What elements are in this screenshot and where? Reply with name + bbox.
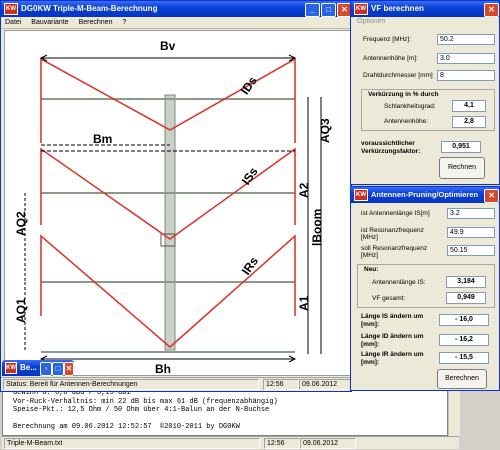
change-ir-value: - 15,5 bbox=[439, 352, 489, 364]
text-output-window: Gewinn G: 6,0 dBd / 8,15 dBi Vor-Ruck-Ve… bbox=[0, 388, 500, 450]
text-scrollbar[interactable] bbox=[448, 388, 460, 436]
vf-title-bar[interactable]: KW VF berechnen ✕ bbox=[351, 1, 499, 17]
maximize-button[interactable]: □ bbox=[52, 362, 64, 376]
change-is-value: - 16,0 bbox=[439, 314, 489, 326]
text-line bbox=[13, 415, 447, 424]
main-menu-bar: Datei Bauvariante Berechnen ? bbox=[1, 17, 351, 29]
wire-diameter-label: Drahtdurchmesser [mm] bbox=[363, 72, 433, 79]
maximize-button[interactable]: □ bbox=[321, 3, 336, 17]
label-lboom: lBoom bbox=[310, 209, 324, 246]
close-button[interactable]: ✕ bbox=[484, 3, 499, 17]
label-a1: A1 bbox=[297, 295, 311, 311]
close-button[interactable]: ✕ bbox=[337, 3, 351, 17]
rechnen-button[interactable]: Rechnen bbox=[439, 157, 485, 179]
menu-berechnen[interactable]: Berechnen bbox=[79, 19, 113, 26]
status-date: 09.06.2012 bbox=[300, 438, 356, 449]
status-time: 12:56 bbox=[264, 438, 300, 449]
label-a2: A2 bbox=[297, 182, 311, 198]
new-values-group: Neu: Antennenlänge IS: 3,184 VF gesamt: … bbox=[357, 264, 495, 308]
pruning-title-bar[interactable]: KW Antennen-Pruning/Optimieren ✕ bbox=[351, 187, 499, 203]
new-is-length-label: Antennenlänge IS: bbox=[372, 279, 426, 286]
frequency-label: Frequenz [MHz]: bbox=[363, 36, 412, 43]
main-title-bar[interactable]: KW DG0KW Triple-M-Beam-Berechnung _ □ ✕ bbox=[1, 1, 351, 17]
pruning-window: KW Antennen-Pruning/Optimieren ✕ ist Ante… bbox=[350, 186, 500, 391]
vf-total-value: 0,949 bbox=[446, 292, 486, 304]
shortening-group: Verkürzung in % durch Schlankheitsgrad: … bbox=[361, 89, 495, 131]
vf-result-value: 0,951 bbox=[441, 141, 481, 153]
text-line: Vor-Ruck-Verhältnis: min 22 dB bis max 6… bbox=[13, 397, 278, 406]
is-resonance-label: ist Resonanzfrequenz [MHz] bbox=[361, 227, 424, 241]
main-status-date: 09.06.2012 bbox=[299, 379, 351, 390]
restore-button[interactable]: ▫ bbox=[40, 362, 52, 376]
slenderness-value: 4,1 bbox=[452, 100, 486, 112]
antenna-height-input[interactable]: 3.0 bbox=[437, 53, 495, 64]
change-id-label: Länge ID ändern um [mm]: bbox=[361, 333, 424, 348]
vf-result-label: voraussichtlicher Verkürzungsfaktor: bbox=[361, 140, 421, 155]
main-window: KW DG0KW Triple-M-Beam-Berechnung _ □ ✕ D… bbox=[0, 0, 352, 392]
target-resonance-label: soll Resonanzfrequenz [MHz] bbox=[361, 245, 428, 259]
label-aq3: AQ3 bbox=[318, 118, 332, 143]
vf-window-title: VF berechnen bbox=[371, 4, 424, 13]
minimized-window-title: Be... bbox=[20, 363, 37, 372]
vf-window: KW VF berechnen ✕ Optionen Frequenz [MHz]… bbox=[350, 0, 500, 185]
app-logo-icon: KW bbox=[5, 361, 17, 374]
label-ids: IDs bbox=[238, 74, 260, 98]
new-group-title: Neu: bbox=[364, 266, 379, 273]
antenna-diagram: Bv Bm Bh IDs ISs IRs AQ3 A2 lBoom A1 AQ2… bbox=[4, 30, 351, 376]
main-status-bar: Status: Bereit für Antennen-Berechnungen… bbox=[1, 377, 351, 390]
pruning-window-title: Antennen-Pruning/Optimieren bbox=[371, 190, 479, 199]
close-button[interactable]: ✕ bbox=[64, 362, 74, 376]
shortening-group-title: Verkürzung in % durch bbox=[368, 91, 439, 98]
label-iss: ISs bbox=[239, 164, 261, 187]
is-length-input[interactable]: 3.2 bbox=[447, 208, 495, 219]
text-output-area[interactable]: Gewinn G: 6,0 dBd / 8,15 dBi Vor-Ruck-Ve… bbox=[2, 388, 448, 436]
text-line: Speise-Pkt.: 12,5 Ohm / 50 Ohm über 4:1-… bbox=[13, 406, 270, 414]
label-bv: Bv bbox=[160, 39, 176, 53]
antenna-diagram-svg: Bv Bm Bh IDs ISs IRs AQ3 A2 lBoom A1 AQ2… bbox=[14, 39, 332, 376]
change-is-label: Länge IS ändern um [mm]: bbox=[361, 313, 424, 328]
close-button[interactable]: ✕ bbox=[484, 189, 499, 203]
label-aq1: AQ1 bbox=[14, 298, 28, 323]
change-ir-label: Länge IR ändern um [mm]: bbox=[361, 351, 424, 366]
change-id-value: - 16,2 bbox=[439, 334, 489, 346]
new-is-length-value: 3,184 bbox=[446, 276, 486, 288]
minimized-window[interactable]: KW Be... ▫ □ ✕ bbox=[2, 360, 74, 376]
target-resonance-input[interactable]: 50.15 bbox=[447, 245, 495, 256]
menu-bauvariante[interactable]: Bauvariante bbox=[31, 19, 68, 26]
height-effect-value: 2,8 bbox=[452, 116, 486, 128]
menu-help[interactable]: ? bbox=[122, 19, 126, 26]
status-filename: Triple-M-Beam.txt bbox=[4, 438, 260, 449]
label-bh: Bh bbox=[155, 362, 171, 375]
height-effect-label: Antennenhöhe: bbox=[384, 118, 429, 125]
text-status-bar: Triple-M-Beam.txt 12:56 09.06.2012 bbox=[2, 436, 459, 449]
app-logo-icon: KW bbox=[354, 2, 368, 15]
berechnen-button[interactable]: Berechnen bbox=[437, 369, 487, 389]
wire-diameter-input[interactable]: 8 bbox=[437, 70, 495, 81]
app-logo-icon: KW bbox=[354, 188, 368, 201]
menu-datei[interactable]: Datei bbox=[5, 19, 21, 26]
label-bm: Bm bbox=[93, 132, 112, 146]
label-irs: IRs bbox=[239, 254, 261, 278]
boom bbox=[160, 94, 176, 351]
main-status-time: 12:56 bbox=[263, 379, 299, 390]
text-line: Berechnung am 09.06.2012 12:52:57 ©2010-… bbox=[13, 423, 240, 431]
is-length-label: ist Antennenlänge IS[m] bbox=[361, 210, 430, 217]
main-window-title: DG0KW Triple-M-Beam-Berechnung bbox=[21, 4, 158, 13]
frequency-input[interactable]: 50.2 bbox=[437, 34, 495, 45]
label-aq2: AQ2 bbox=[14, 211, 28, 236]
app-logo-icon: KW bbox=[4, 2, 18, 15]
antenna-height-label: Antennenhöhe [m]: bbox=[363, 55, 418, 62]
main-status-text: Status: Bereit für Antennen-Berechnungen bbox=[3, 379, 259, 390]
vf-total-label: VF gesamt: bbox=[372, 295, 406, 302]
slenderness-label: Schlankheitsgrad: bbox=[384, 103, 436, 110]
vf-menu-options[interactable]: Optionen bbox=[357, 18, 385, 25]
is-resonance-input[interactable]: 49.9 bbox=[447, 227, 495, 238]
minimize-button[interactable]: _ bbox=[305, 3, 320, 17]
